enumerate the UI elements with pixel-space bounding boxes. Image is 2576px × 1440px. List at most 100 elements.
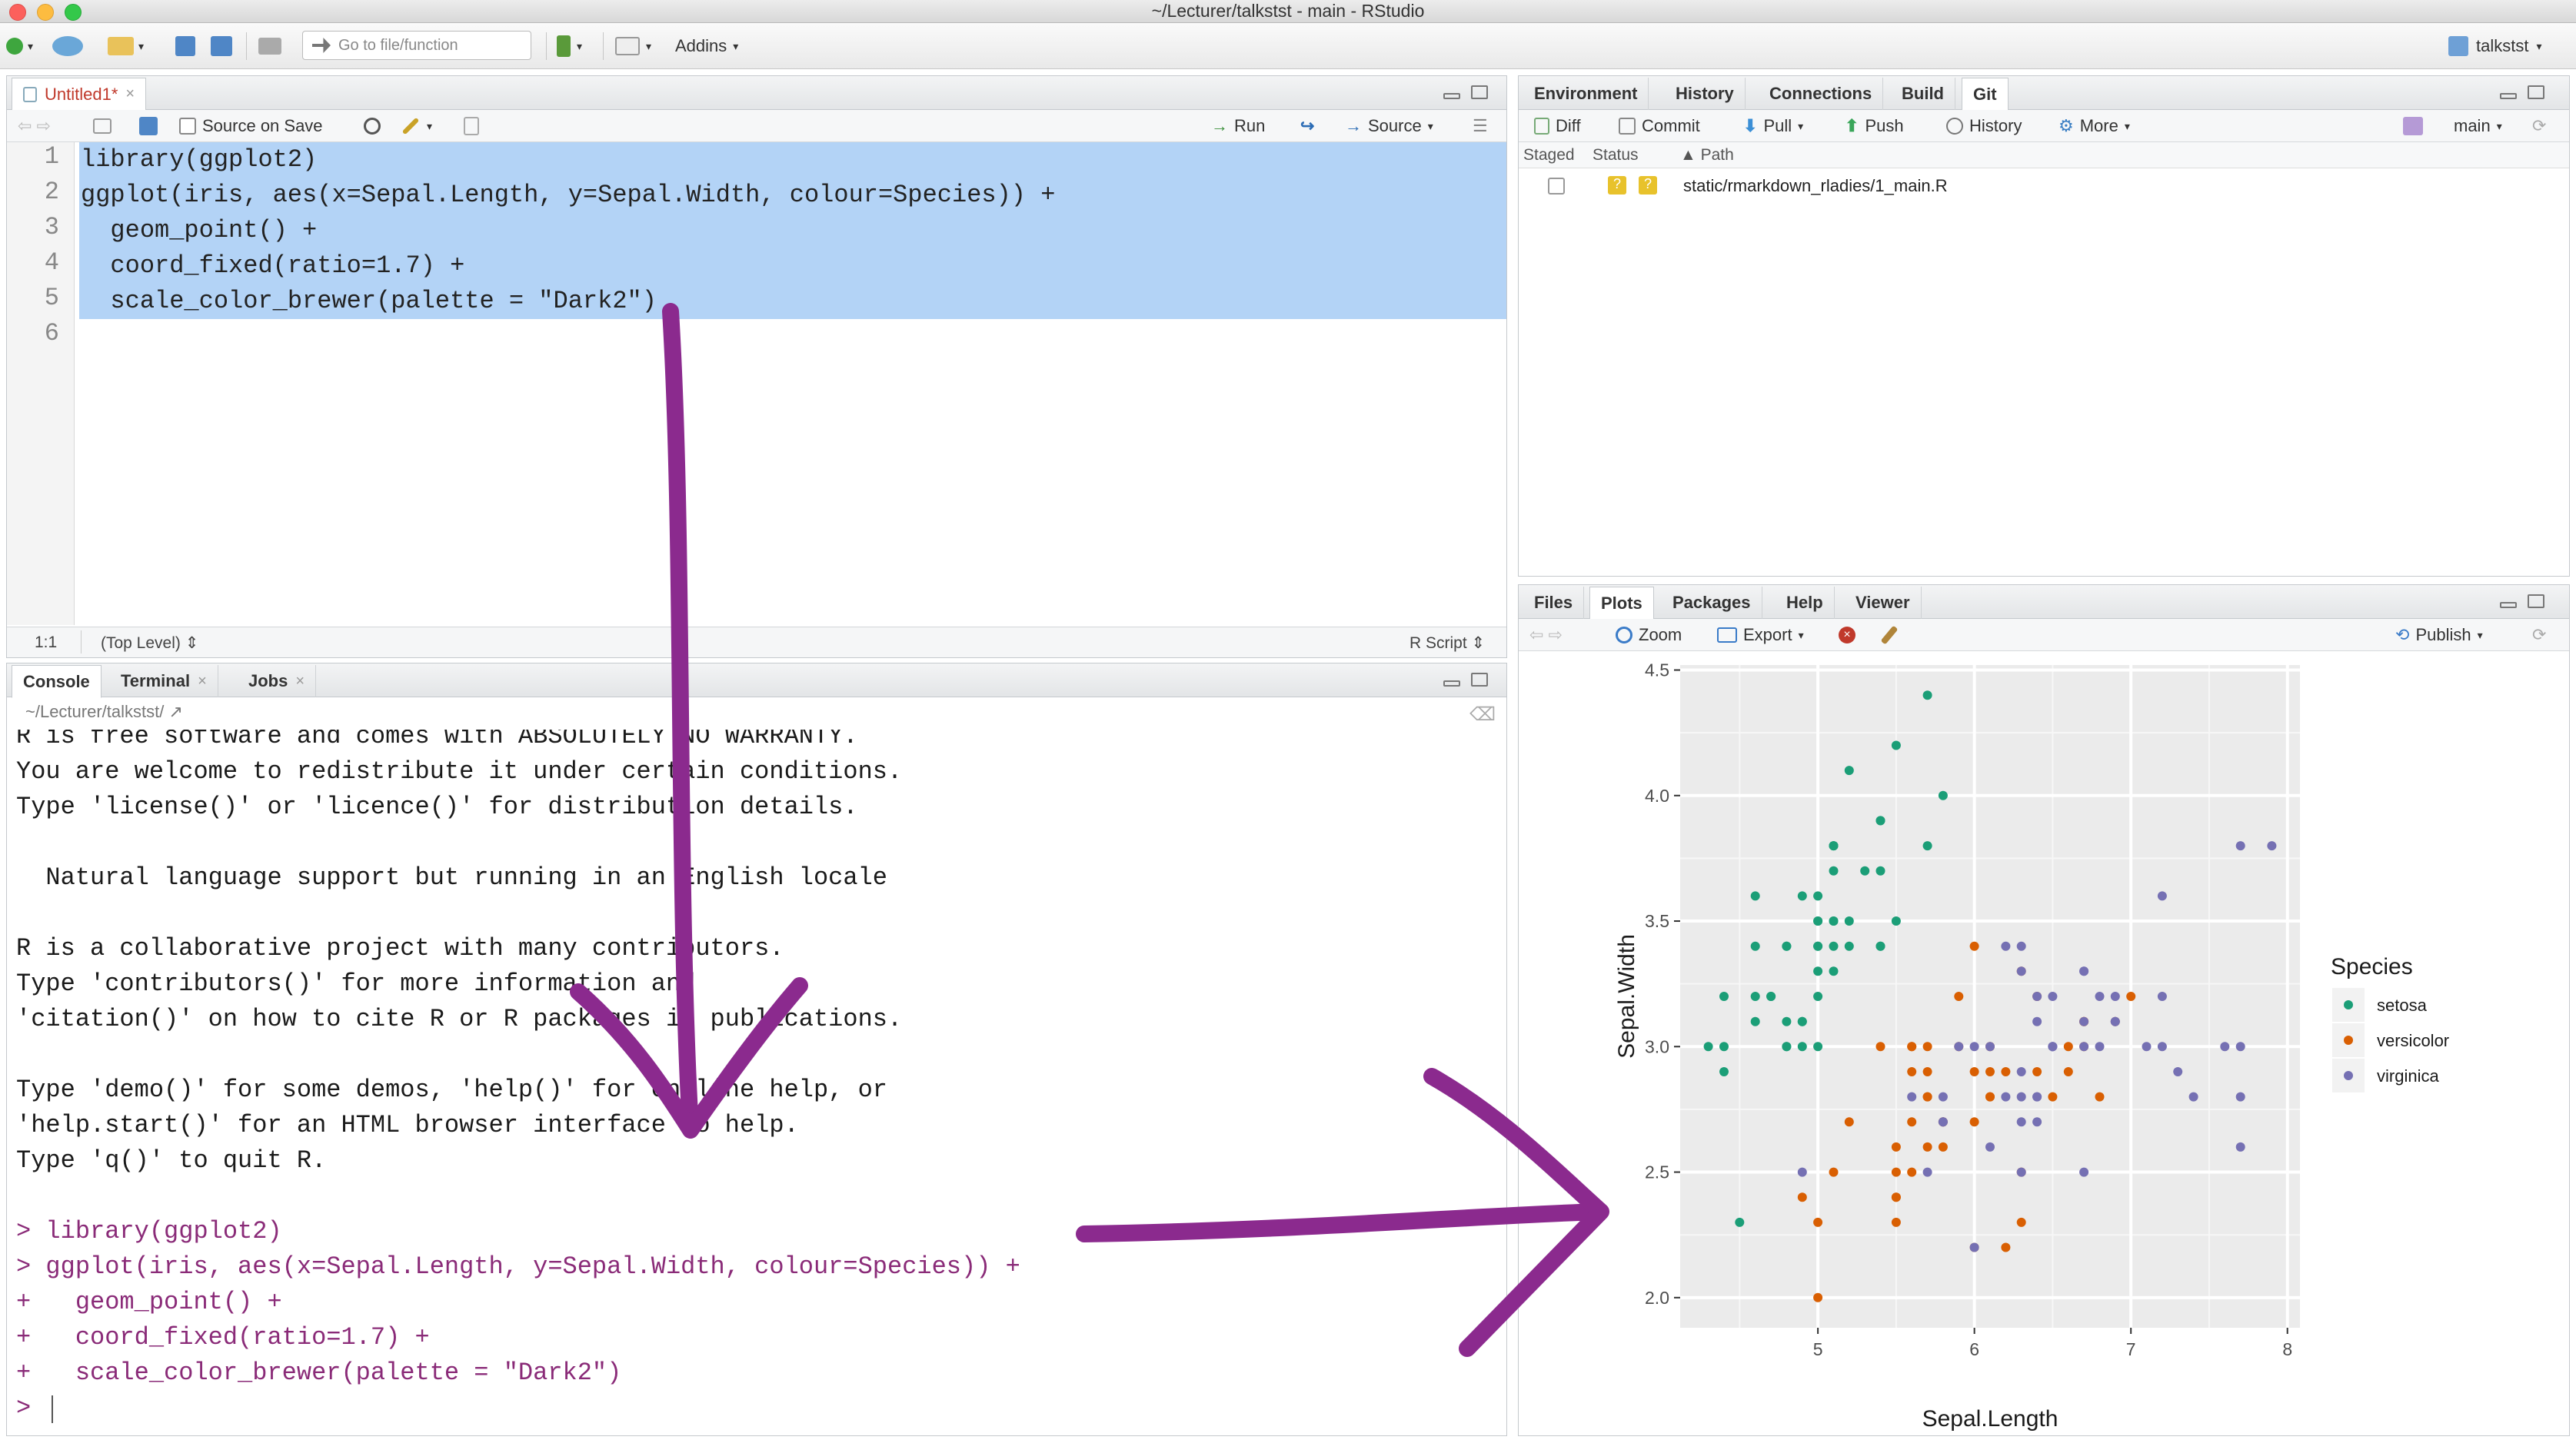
more-menu[interactable]: ⚙ More ▾ — [2058, 110, 2130, 142]
console-output[interactable]: R is free software and comes with ABSOLU… — [7, 730, 1506, 1435]
data-point-virginica — [2048, 992, 2058, 1001]
tab-jobs[interactable]: Jobs × — [238, 665, 317, 697]
minimize-pane-icon[interactable] — [1443, 680, 1460, 687]
remove-plot-button[interactable]: × — [1839, 619, 1855, 651]
save-file-button[interactable] — [139, 110, 158, 142]
push-button[interactable]: ⬆ Push — [1845, 110, 1904, 142]
open-file-button[interactable]: ▾ — [108, 23, 144, 69]
data-point-setosa — [1797, 1016, 1807, 1026]
vcs-menu-button[interactable]: ▾ — [557, 23, 582, 69]
data-point-virginica — [2001, 941, 2011, 951]
pane-layout-button[interactable]: ▾ — [615, 23, 651, 69]
git-file-row[interactable]: ? ? static/rmarkdown_rladies/1_main.R — [1519, 170, 2569, 202]
scope-selector[interactable]: (Top Level) ⇕ — [101, 634, 198, 653]
diff-button[interactable]: Diff — [1534, 110, 1581, 142]
tab-packages[interactable]: Packages — [1662, 587, 1762, 619]
save-all-icon — [211, 36, 232, 56]
gear-icon: ⚙ — [2058, 116, 2074, 135]
minimize-pane-icon[interactable] — [2500, 93, 2517, 99]
col-status[interactable]: Status — [1593, 146, 1639, 165]
compile-report-button[interactable] — [464, 110, 479, 142]
tab-git[interactable]: Git — [1962, 78, 2009, 111]
file-type-selector[interactable]: R Script ⇕ — [1409, 634, 1485, 653]
data-point-versicolor — [2001, 1067, 2011, 1076]
data-point-setosa — [1813, 1042, 1823, 1052]
find-replace-button[interactable] — [364, 110, 381, 142]
new-branch-button[interactable] — [2403, 110, 2423, 142]
data-point-virginica — [2142, 1042, 2152, 1052]
tab-history[interactable]: History — [1665, 78, 1746, 110]
close-jobs-icon[interactable]: × — [295, 673, 305, 690]
tab-files[interactable]: Files — [1523, 587, 1585, 619]
save-all-button[interactable] — [211, 23, 232, 69]
goto-file-input[interactable]: Go to file/function — [302, 31, 531, 60]
tab-connections[interactable]: Connections — [1759, 78, 1884, 110]
zoom-button[interactable]: Zoom — [1616, 619, 1682, 651]
code-area[interactable]: 1 2 3 4 5 6 library(ggplot2) ggplot(iris… — [7, 142, 1506, 625]
maximize-pane-icon[interactable] — [2528, 594, 2544, 608]
y-tick-label: 4.5 — [1645, 660, 1669, 680]
show-in-window-button[interactable] — [93, 110, 111, 142]
maximize-pane-icon[interactable] — [1471, 85, 1488, 99]
source-button[interactable]: → Source ▾ — [1345, 110, 1433, 142]
tab-environment[interactable]: Environment — [1523, 78, 1649, 110]
scatter-plot[interactable]: 5 6 7 8 2.0 2.5 3.0 3.5 4.0 4.5 Sepal.Length Sep… — [1519, 653, 2569, 1435]
data-point-versicolor — [1907, 1067, 1917, 1076]
clear-plots-button[interactable] — [1880, 619, 1899, 651]
data-point-setosa — [1922, 841, 1932, 851]
commit-button[interactable]: Commit — [1619, 110, 1700, 142]
refresh-icon[interactable]: ⟳ — [2532, 619, 2546, 651]
tab-terminal[interactable]: Terminal × — [110, 665, 218, 697]
console-line: R is a collaborative project with many c… — [16, 934, 784, 963]
data-point-versicolor — [1891, 1142, 1901, 1152]
tab-plots[interactable]: Plots — [1589, 587, 1654, 620]
go-to-directory-icon[interactable]: ↗ — [168, 702, 182, 721]
console-prompt[interactable]: > — [16, 1391, 45, 1426]
push-arrow-icon: ⬆ — [1845, 116, 1859, 135]
clear-console-icon[interactable]: ⌫ — [1469, 703, 1496, 726]
data-point-virginica — [2032, 1117, 2042, 1127]
maximize-pane-icon[interactable] — [1471, 673, 1488, 687]
close-terminal-icon[interactable]: × — [198, 673, 207, 690]
maximize-pane-icon[interactable] — [2528, 85, 2544, 99]
new-project-button[interactable] — [52, 23, 83, 69]
git-history-button[interactable]: History — [1946, 110, 2022, 142]
data-point-versicolor — [2095, 1092, 2105, 1102]
new-file-button[interactable]: ▾ — [6, 23, 33, 69]
cursor-position: 1:1 — [35, 634, 58, 651]
close-tab-icon[interactable]: × — [125, 85, 135, 103]
print-button[interactable] — [258, 23, 281, 69]
col-staged[interactable]: Staged — [1523, 146, 1575, 165]
tab-viewer[interactable]: Viewer — [1845, 587, 1922, 619]
back-forward-icons[interactable]: ⇦ ⇨ — [18, 110, 51, 142]
addins-menu[interactable]: Addins ▾ — [675, 23, 738, 69]
data-point-virginica — [2048, 1042, 2058, 1052]
publish-menu[interactable]: ⟲ Publish ▾ — [2395, 619, 2483, 651]
minimize-pane-icon[interactable] — [2500, 602, 2517, 608]
code-tools-button[interactable]: ▾ — [401, 110, 432, 142]
data-point-versicolor — [1891, 1217, 1901, 1227]
console-line: Type 'q()' to quit R. — [16, 1146, 327, 1175]
refresh-icon[interactable]: ⟳ — [2532, 110, 2546, 142]
pull-button[interactable]: ⬇ Pull ▾ — [1743, 110, 1803, 142]
console-command: + scale_color_brewer(palette = "Dark2") — [16, 1359, 622, 1387]
project-menu[interactable]: talkstst ▾ — [2448, 23, 2542, 69]
console-line: Type 'contributors()' for more informati… — [16, 969, 696, 998]
run-button[interactable]: → Run — [1211, 110, 1265, 142]
outline-button[interactable]: ☰ — [1473, 110, 1488, 142]
minimize-pane-icon[interactable] — [1443, 93, 1460, 99]
branch-selector[interactable]: main ▾ — [2454, 110, 2502, 142]
save-icon — [139, 117, 158, 135]
staged-checkbox[interactable] — [1548, 178, 1565, 195]
tab-help[interactable]: Help — [1776, 587, 1835, 619]
export-menu[interactable]: Export ▾ — [1717, 619, 1804, 651]
plot-back-forward-icons[interactable]: ⇦ ⇨ — [1529, 619, 1563, 651]
tab-console[interactable]: Console — [12, 665, 102, 698]
source-on-save-toggle[interactable]: Source on Save — [179, 110, 323, 142]
data-point-virginica — [2079, 1016, 2089, 1026]
col-path[interactable]: ▲ Path — [1680, 146, 1734, 165]
tab-build[interactable]: Build — [1891, 78, 1955, 110]
tab-untitled1[interactable]: Untitled1* × — [12, 78, 147, 111]
rerun-button[interactable]: ↪ — [1300, 110, 1314, 142]
save-button[interactable] — [175, 23, 195, 69]
